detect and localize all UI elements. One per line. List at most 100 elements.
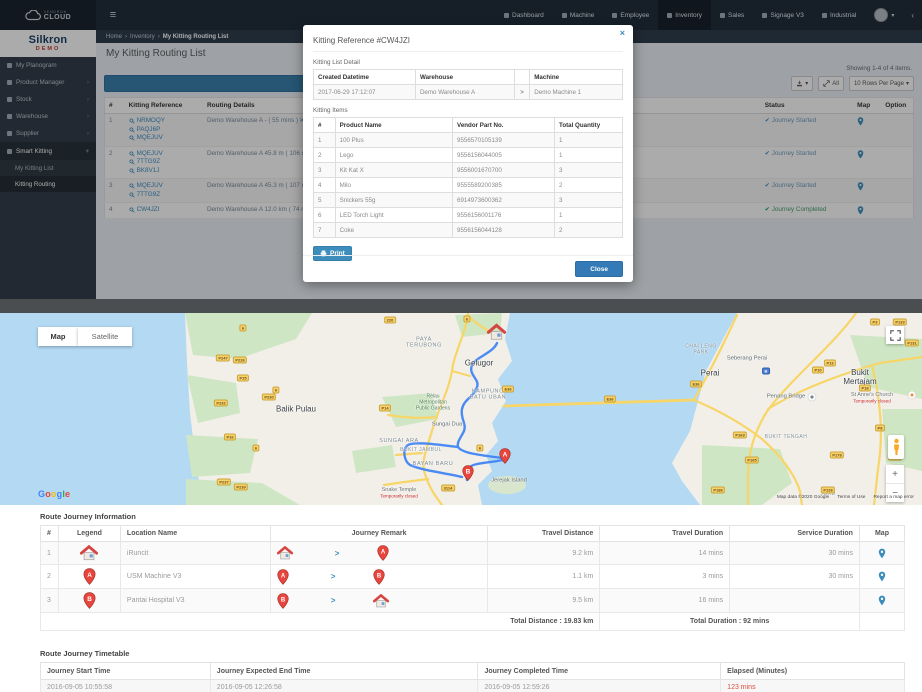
svg-text:B: B — [281, 597, 286, 603]
map-pin-icon[interactable] — [878, 571, 886, 582]
table-row: 2016-09-05 10:55:58 2016-09-05 12:26:58 … — [41, 680, 905, 692]
road-badge: E36 — [502, 386, 514, 393]
table-row: 2Lego95561560440051 — [314, 148, 623, 163]
home-icon — [277, 546, 293, 560]
screen: VENDRONCLOUD ≡ Dashboard Machine Employe… — [0, 0, 922, 692]
road-badge: P16 — [224, 434, 236, 441]
road-badge: P126 — [821, 487, 835, 494]
table-header-row: # Legend Location Name Journey Remark Tr… — [41, 526, 905, 542]
cell-remark: > A — [270, 542, 488, 565]
svg-text:B: B — [466, 469, 471, 476]
road-badge: P239 — [234, 484, 248, 491]
road-badge: E36 — [604, 396, 616, 403]
col-created-datetime: Created Datetime — [314, 70, 416, 85]
map-pin-icon[interactable] — [878, 548, 886, 559]
road-badge: E36 — [690, 381, 702, 388]
map-data-text: Map data ©2020 Google — [777, 495, 829, 500]
kitting-list-detail-label: Kitting List Detail — [313, 59, 623, 66]
table-row: 3 B Pantai Hospital V3 B > 9.5 km 16 min… — [41, 589, 905, 613]
close-icon[interactable]: × — [620, 28, 625, 38]
legend-pin-b-icon: B — [58, 589, 120, 613]
road-badge: P232 — [214, 400, 228, 407]
road-badge: P186 — [711, 487, 725, 494]
google-letter: e — [65, 489, 70, 499]
cell-map — [859, 565, 904, 589]
road-badge: 6 — [476, 445, 483, 452]
table-row: 5Snickers 55g69149736003623 — [314, 193, 623, 208]
pegman-icon — [892, 438, 901, 456]
total-duration: Total Duration : 92 mins — [600, 613, 860, 631]
road-badge: P247 — [216, 355, 230, 362]
report-error-link[interactable]: Report a map error — [873, 495, 914, 500]
road-badge: P15 — [237, 375, 249, 382]
road-badge: P230 — [262, 394, 276, 401]
table-row: 3Kit Kat X95560016707003 — [314, 163, 623, 178]
svg-text:A: A — [381, 549, 386, 555]
kitting-items-table: # Product Name Vendor Part No. Total Qua… — [313, 117, 623, 238]
legend-pin-a-icon: A — [58, 565, 120, 589]
route-journey-timetable: Journey Start Time Journey Expected End … — [40, 662, 905, 692]
fullscreen-button[interactable] — [886, 326, 904, 344]
road-badge: P18 — [859, 385, 871, 392]
col-arrow — [514, 70, 529, 85]
satellite-type-button[interactable]: Satellite — [78, 327, 132, 346]
lower-section: Route Journey Information # Legend Locat… — [0, 512, 922, 692]
pin-b-icon: B — [373, 569, 385, 585]
col-warehouse: Warehouse — [415, 70, 514, 85]
table-row: 1100 Plus95565701051391 — [314, 133, 623, 148]
table-row: 7Coke95561560441282 — [314, 223, 623, 238]
kitting-reference-modal: × Kitting Reference #CW4JZI Kitting List… — [303, 25, 633, 282]
cell-location: Pantai Hospital V3 — [120, 589, 270, 613]
cell-start-time: 2016-09-05 10:55:58 — [41, 680, 211, 692]
pin-a-icon: A — [377, 545, 389, 561]
cell-warehouse: Demo Warehouse A — [415, 85, 514, 100]
col-total-quantity: Total Quantity — [555, 118, 623, 133]
cell-completed-time: 2016-09-05 12:59:26 — [478, 680, 721, 692]
totals-row: Total Distance : 19.83 km Total Duration… — [41, 613, 905, 631]
road-badge: B — [762, 368, 770, 375]
map[interactable]: A B PAYA TERUBONGGelugorKAMPUNG BATU UBA… — [0, 313, 922, 505]
modal-title: Kitting Reference #CW4JZI — [313, 33, 623, 52]
cell-machine: Demo Machine 1 — [530, 85, 623, 100]
map-pin-icon[interactable] — [878, 595, 886, 606]
chevron-right-icon: > — [335, 549, 340, 558]
legend-home-icon — [58, 542, 120, 565]
col-num: # — [314, 118, 336, 133]
road-badge: P8 — [875, 425, 885, 432]
road-badge: 6 — [252, 445, 259, 452]
col-product-name: Product Name — [335, 118, 452, 133]
close-button[interactable]: Close — [575, 261, 623, 277]
map-type-button[interactable]: Map — [38, 327, 78, 346]
kitting-detail-table: Created Datetime Warehouse Machine 2017-… — [313, 69, 623, 100]
map-canvas: A B — [0, 313, 922, 505]
road-badge: P10 — [812, 367, 824, 374]
table-row: 6LED Torch Light95561560011761 — [314, 208, 623, 223]
app-region: VENDRONCLOUD ≡ Dashboard Machine Employe… — [0, 0, 922, 313]
road-badge: P14 — [379, 405, 391, 412]
svg-text:B: B — [377, 573, 382, 579]
road-badge: P165 — [745, 457, 759, 464]
cell-map — [859, 589, 904, 613]
svg-text:A: A — [503, 452, 508, 459]
road-badge: 220 — [384, 317, 396, 324]
table-row: 1 iRuncit > A 9.2 km 14 mins 30 mins — [41, 542, 905, 565]
cell-map — [859, 542, 904, 565]
terms-link[interactable]: Terms of Use — [837, 495, 865, 500]
road-badge: P133 — [893, 319, 907, 326]
road-badge: 6 — [239, 325, 246, 332]
svg-text:A: A — [281, 573, 286, 579]
road-badge: P13 — [824, 360, 836, 367]
road-badge: P3 — [870, 319, 880, 326]
road-badge: 6 — [272, 387, 279, 394]
zoom-in-button[interactable]: + — [886, 465, 904, 484]
chevron-right-icon: > — [514, 85, 529, 100]
road-badge: 3114 — [441, 485, 455, 492]
pegman-control[interactable] — [888, 435, 904, 459]
road-badge: P163 — [733, 432, 747, 439]
pin-a-icon: A — [277, 569, 289, 585]
cell-remark: A > B — [270, 565, 488, 589]
route-journey-info-table: # Legend Location Name Journey Remark Tr… — [40, 525, 905, 631]
chevron-right-icon: > — [331, 596, 336, 605]
col-machine: Machine — [530, 70, 623, 85]
pin-b-icon: B — [277, 593, 289, 609]
